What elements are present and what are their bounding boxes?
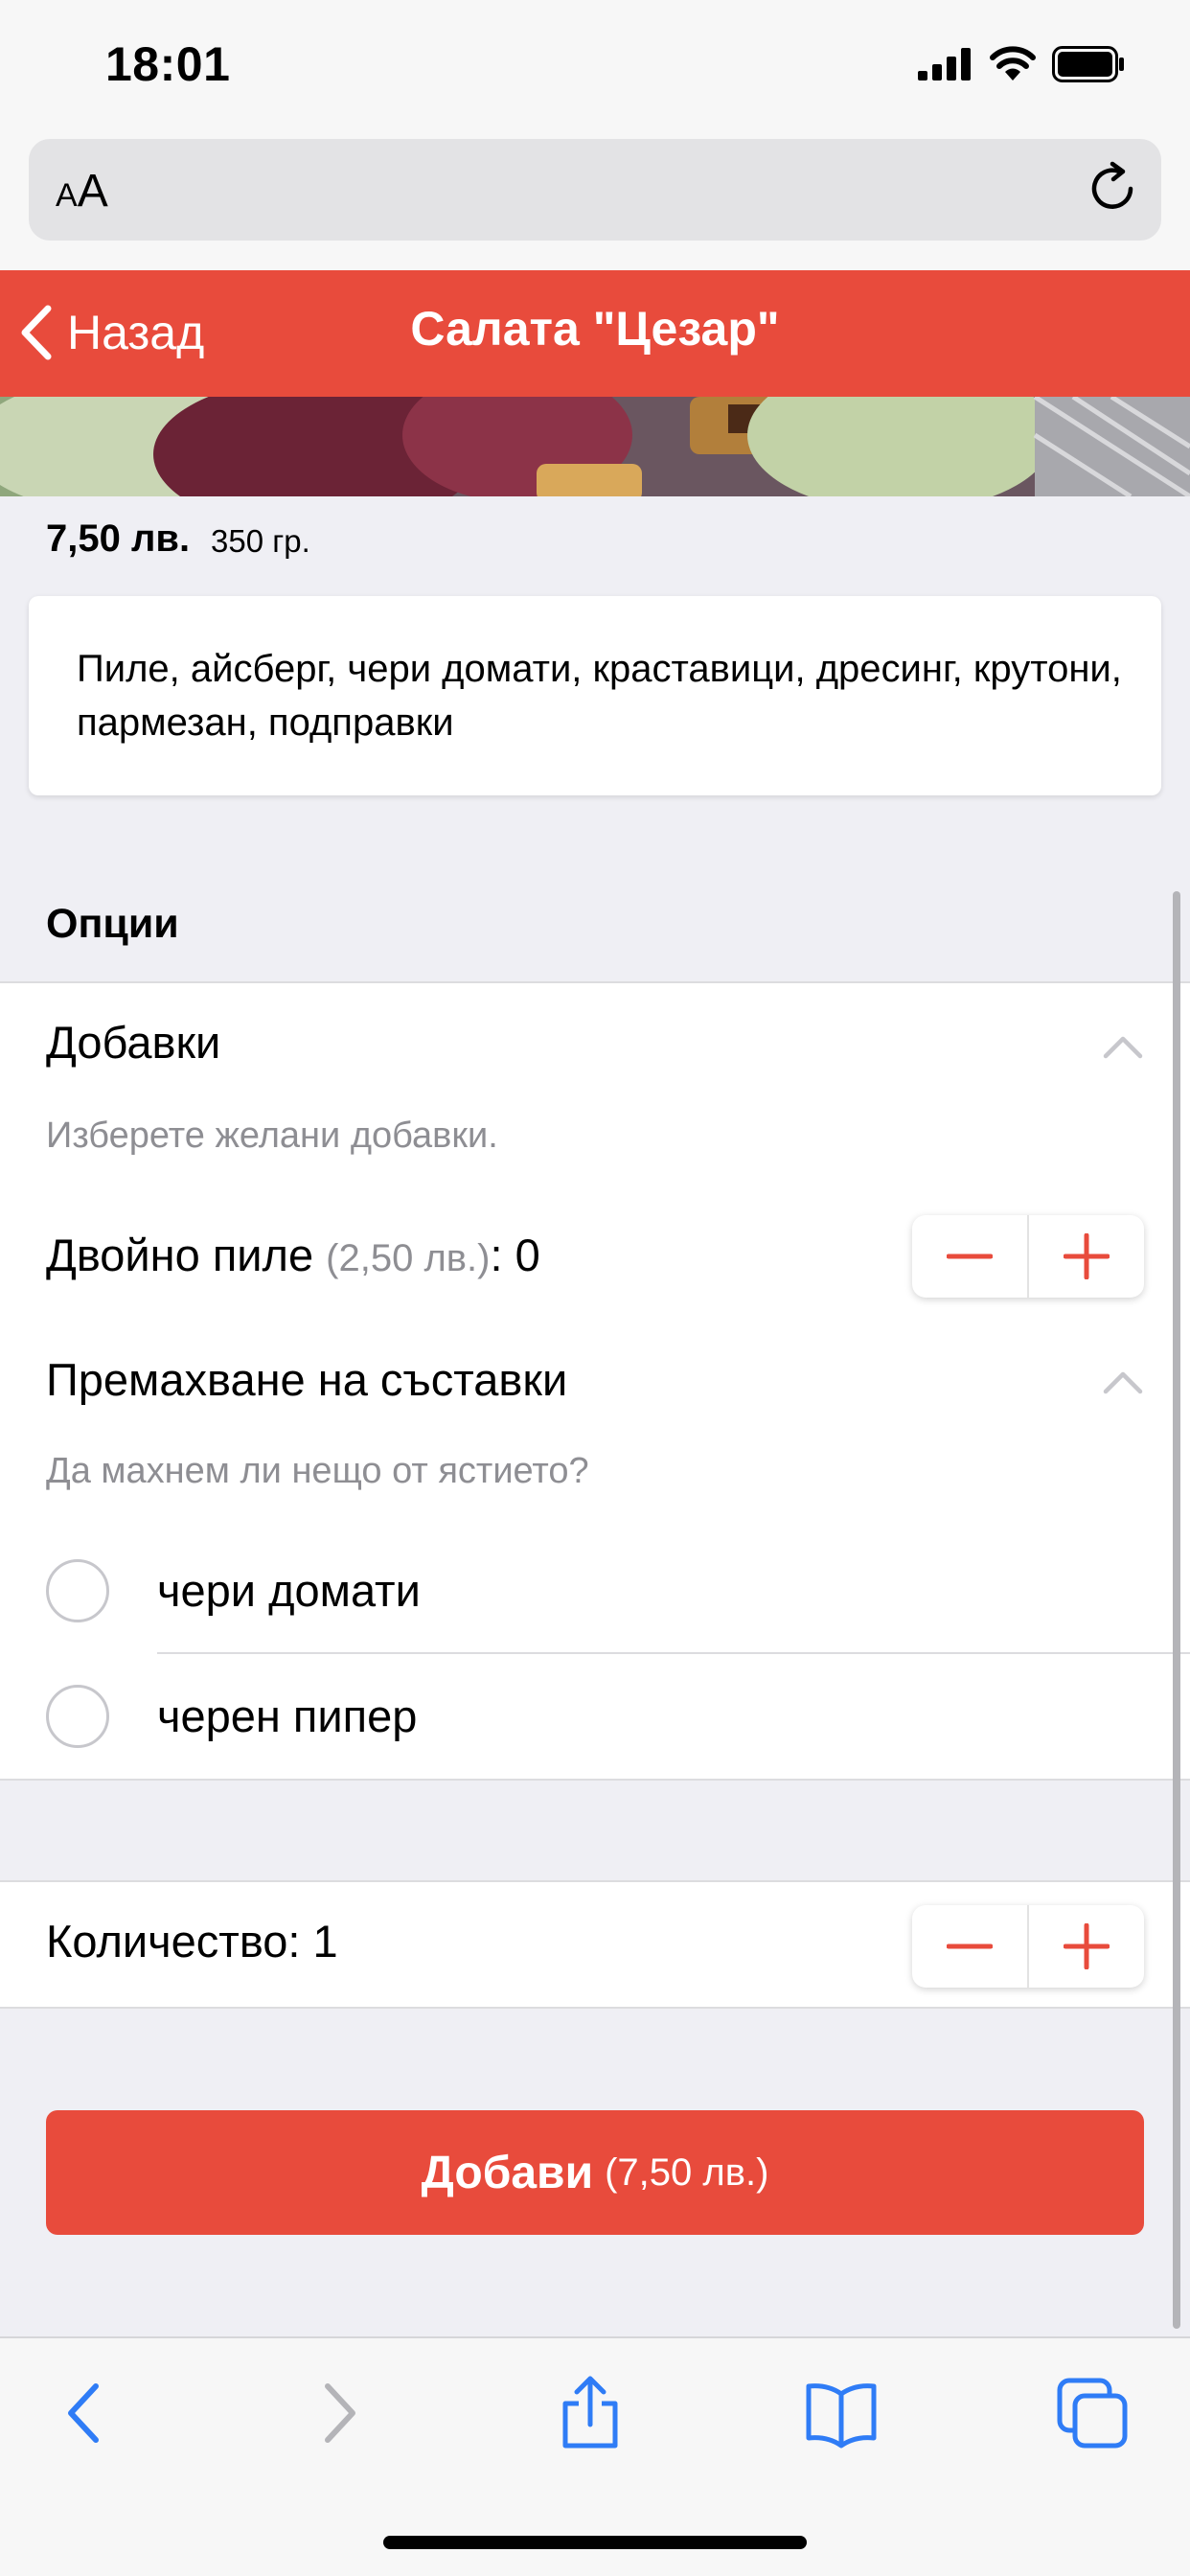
plus-icon <box>1064 1923 1110 1969</box>
radio-black-pepper[interactable] <box>46 1685 109 1748</box>
home-indicator <box>383 2536 807 2549</box>
bookmarks-icon[interactable] <box>803 2375 880 2451</box>
status-time: 18:01 <box>105 37 231 91</box>
reload-icon[interactable] <box>1085 161 1140 217</box>
chevron-up-icon[interactable] <box>1102 1033 1144 1060</box>
extra-item-double-chicken: Двойно пиле (2,50 лв.): 0 <box>46 1229 540 1281</box>
add-to-cart-button[interactable]: Добави (7,50 лв.) <box>46 2110 1144 2235</box>
minus-icon <box>947 1254 993 1259</box>
extras-group-title[interactable]: Добавки <box>46 1016 220 1069</box>
url-bar[interactable] <box>29 139 1161 241</box>
extra-item-name: Двойно пиле <box>46 1230 314 1280</box>
add-button-price: (7,50 лв.) <box>605 2150 769 2194</box>
product-description: Пиле, айсберг, чери домати, краставици, … <box>77 648 1122 744</box>
text-size-button[interactable]: AA <box>56 165 108 218</box>
removals-hint: Да махнем ли нещо от ястието? <box>46 1451 589 1491</box>
page-title: Салата "Цезар" <box>410 302 780 356</box>
extra-quantity-stepper <box>912 1215 1144 1298</box>
product-image <box>0 397 1190 496</box>
removal-label-cherry-tomatoes[interactable]: чери домати <box>157 1564 421 1617</box>
product-price: 7,50 лв. <box>46 518 191 560</box>
battery-icon <box>1052 46 1124 82</box>
removals-group-title[interactable]: Премахване на съставки <box>46 1353 567 1406</box>
extras-hint: Изберете желани добавки. <box>46 1116 498 1156</box>
chevron-up-icon[interactable] <box>1102 1368 1144 1395</box>
extra-increment-button[interactable] <box>1027 1215 1144 1298</box>
share-icon[interactable] <box>552 2375 629 2451</box>
extra-decrement-button[interactable] <box>912 1215 1027 1298</box>
browser-forward-icon[interactable] <box>299 2375 376 2451</box>
quantity-stepper <box>912 1905 1144 1988</box>
minus-icon <box>947 1944 993 1949</box>
quantity-label: Количество: 1 <box>46 1916 338 1966</box>
plus-icon <box>1064 1233 1110 1279</box>
removal-label-black-pepper[interactable]: черен пипер <box>157 1690 417 1742</box>
cellular-signal-icon <box>918 48 971 80</box>
wifi-icon <box>990 46 1036 80</box>
extra-item-count: : 0 <box>490 1230 540 1280</box>
product-weight: 350 гр. <box>211 523 310 559</box>
quantity-decrement-button[interactable] <box>912 1905 1027 1988</box>
row-divider <box>157 1652 1190 1654</box>
extra-item-price: (2,50 лв.) <box>326 1237 491 1279</box>
scrollbar[interactable] <box>1173 891 1180 2329</box>
tabs-icon[interactable] <box>1054 2375 1131 2451</box>
quantity-increment-button[interactable] <box>1027 1905 1144 1988</box>
radio-cherry-tomatoes[interactable] <box>46 1559 109 1622</box>
add-button-label: Добави <box>421 2147 594 2198</box>
options-heading: Опции <box>46 901 179 947</box>
browser-back-icon[interactable] <box>48 2375 125 2451</box>
